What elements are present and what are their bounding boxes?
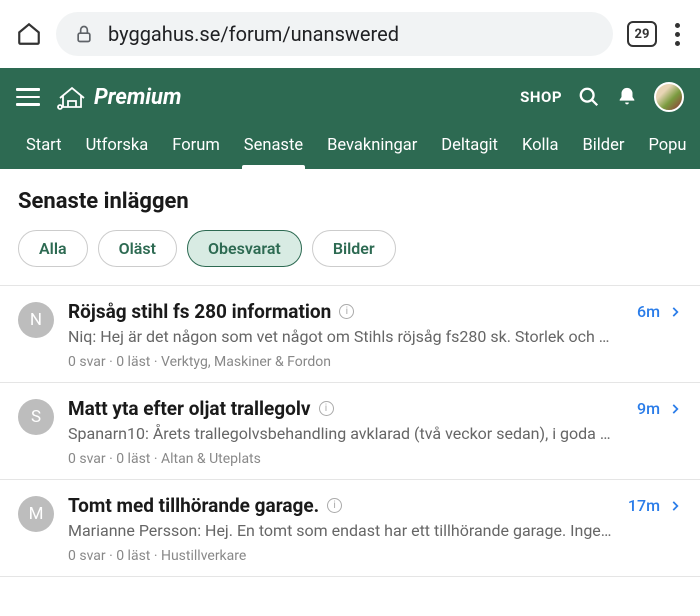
thread-avatar: S bbox=[18, 399, 54, 435]
thread-excerpt: Niq: Hej är det någon som vet något om S… bbox=[68, 327, 682, 346]
lock-icon bbox=[74, 24, 94, 44]
thread-time: 17m bbox=[628, 496, 660, 515]
overflow-menu-icon[interactable] bbox=[671, 23, 684, 46]
filter-pills: Alla Oläst Obesvarat Bilder bbox=[0, 230, 700, 285]
thread-list: N Röjsåg stihl fs 280 information i 6m N… bbox=[0, 285, 700, 577]
info-icon[interactable]: i bbox=[319, 401, 334, 416]
content-area: Senaste inläggen Alla Oläst Obesvarat Bilde… bbox=[0, 169, 700, 577]
app-header: Premium SHOP StartUtforskaForumSenasteBe… bbox=[0, 68, 700, 169]
thread-meta: 0 svar · 0 läst · Hustillverkare bbox=[68, 548, 682, 564]
bell-icon[interactable] bbox=[616, 86, 638, 108]
thread-row[interactable]: S Matt yta efter oljat trallegolv i 9m S… bbox=[0, 383, 700, 480]
shop-link[interactable]: SHOP bbox=[520, 88, 562, 106]
premium-logo[interactable]: Premium bbox=[56, 84, 181, 110]
nav-tab-forum[interactable]: Forum bbox=[160, 126, 232, 169]
home-icon[interactable] bbox=[16, 21, 42, 47]
filter-pill-oläst[interactable]: Oläst bbox=[98, 230, 177, 267]
nav-tab-start[interactable]: Start bbox=[14, 126, 74, 169]
nav-tab-bevakningar[interactable]: Bevakningar bbox=[315, 126, 429, 169]
search-icon[interactable] bbox=[578, 86, 600, 108]
house-logo-icon bbox=[56, 84, 88, 110]
url-field[interactable]: byggahus.se/forum/unanswered bbox=[56, 12, 613, 56]
chevron-right-icon bbox=[668, 402, 682, 416]
menu-icon[interactable] bbox=[16, 88, 40, 106]
thread-time: 9m bbox=[637, 399, 660, 418]
chevron-right-icon bbox=[668, 305, 682, 319]
thread-avatar: M bbox=[18, 496, 54, 532]
thread-meta: 0 svar · 0 läst · Verktyg, Maskiner & Fo… bbox=[68, 354, 682, 370]
nav-tab-deltagit[interactable]: Deltagit bbox=[429, 126, 510, 169]
filter-pill-bilder[interactable]: Bilder bbox=[312, 230, 396, 267]
chevron-right-icon bbox=[668, 499, 682, 513]
thread-meta: 0 svar · 0 läst · Altan & Uteplats bbox=[68, 451, 682, 467]
thread-excerpt: Spanarn10: Årets trallegolvsbehandling a… bbox=[68, 424, 682, 443]
thread-row[interactable]: M Tomt med tillhörande garage. i 17m Mar… bbox=[0, 480, 700, 577]
nav-tabs: StartUtforskaForumSenasteBevakningarDelt… bbox=[0, 126, 700, 169]
nav-tab-senaste[interactable]: Senaste bbox=[232, 126, 315, 169]
nav-tab-popu[interactable]: Popu bbox=[636, 126, 698, 169]
filter-pill-alla[interactable]: Alla bbox=[18, 230, 88, 267]
nav-tab-bilder[interactable]: Bilder bbox=[570, 126, 636, 169]
url-text: byggahus.se/forum/unanswered bbox=[108, 22, 399, 46]
avatar[interactable] bbox=[654, 82, 684, 112]
thread-main: Matt yta efter oljat trallegolv i 9m Spa… bbox=[68, 397, 682, 467]
browser-toolbar: byggahus.se/forum/unanswered 29 bbox=[0, 0, 700, 68]
info-icon[interactable]: i bbox=[327, 498, 342, 513]
thread-title: Tomt med tillhörande garage. bbox=[68, 494, 319, 517]
thread-excerpt: Marianne Persson: Hej. En tomt som endas… bbox=[68, 521, 682, 540]
page-title: Senaste inläggen bbox=[0, 189, 700, 230]
nav-tab-utforska[interactable]: Utforska bbox=[74, 126, 161, 169]
thread-row[interactable]: N Röjsåg stihl fs 280 information i 6m N… bbox=[0, 286, 700, 383]
nav-tab-kolla[interactable]: Kolla bbox=[510, 126, 571, 169]
thread-title: Röjsåg stihl fs 280 information bbox=[68, 300, 331, 323]
tab-count-button[interactable]: 29 bbox=[627, 21, 657, 47]
thread-time: 6m bbox=[637, 302, 660, 321]
filter-pill-obesvarat[interactable]: Obesvarat bbox=[187, 230, 302, 267]
thread-main: Tomt med tillhörande garage. i 17m Maria… bbox=[68, 494, 682, 564]
info-icon[interactable]: i bbox=[339, 304, 354, 319]
thread-avatar: N bbox=[18, 302, 54, 338]
thread-main: Röjsåg stihl fs 280 information i 6m Niq… bbox=[68, 300, 682, 370]
thread-title: Matt yta efter oljat trallegolv bbox=[68, 397, 311, 420]
